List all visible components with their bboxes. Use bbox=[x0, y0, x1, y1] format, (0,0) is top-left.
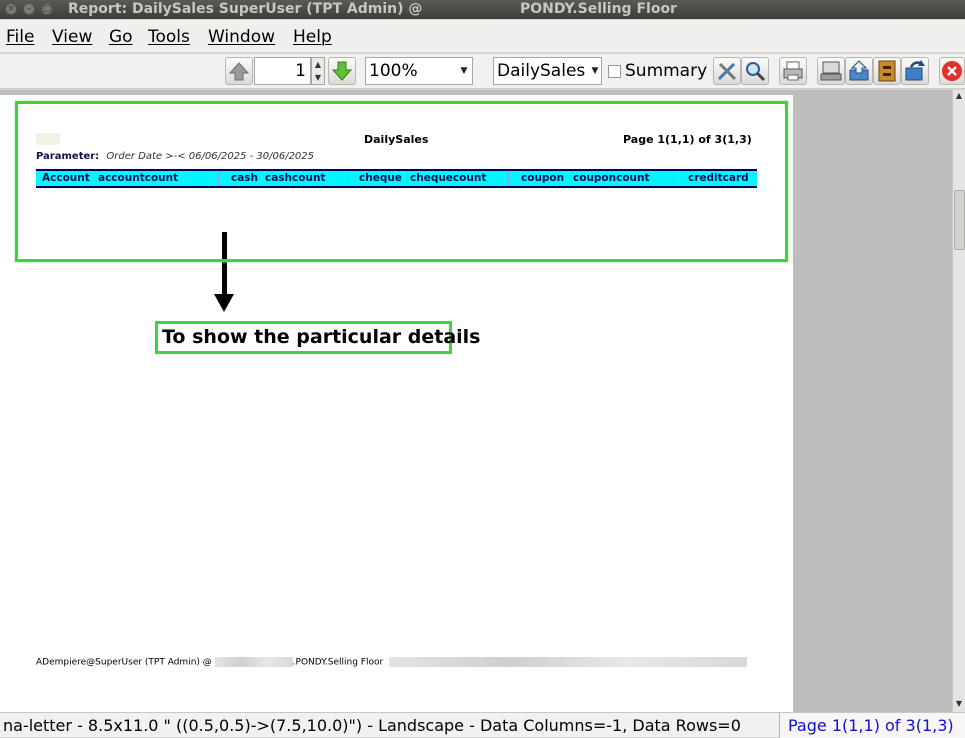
page-spinner[interactable]: ▲ ▼ bbox=[311, 57, 325, 85]
status-page-format: na-letter - 8.5x11.0 " ((0.5,0.5)->(7.5,… bbox=[3, 716, 741, 735]
menu-help[interactable]: Help bbox=[293, 27, 332, 47]
toolbar: 1 ▲ ▼ 100% ▼ DailySales ▼ Summary bbox=[0, 54, 965, 89]
window-title: Report: DailySales SuperUser (TPT Admin)… bbox=[68, 1, 423, 17]
scroll-up-icon[interactable]: ▲ bbox=[953, 90, 965, 102]
previous-page-button[interactable] bbox=[225, 57, 253, 85]
menu-file[interactable]: File bbox=[6, 27, 34, 47]
footer-user: ADempiere@SuperUser (TPT Admin) @ bbox=[36, 657, 212, 668]
maximize-window-icon[interactable]: □ bbox=[41, 3, 53, 15]
cabinet-icon bbox=[878, 60, 896, 82]
archive-button[interactable] bbox=[845, 57, 873, 85]
arrow-down-icon bbox=[331, 61, 353, 81]
menu-bar: File View Go Tools Window Help bbox=[0, 20, 965, 53]
footer-org: .PONDY.Selling Floor bbox=[292, 657, 384, 668]
title-bar: × – □ Report: DailySales SuperUser (TPT … bbox=[0, 0, 965, 19]
close-icon bbox=[942, 61, 962, 81]
customize-report-button[interactable] bbox=[713, 57, 741, 85]
redacted-text bbox=[389, 657, 748, 667]
menu-tools[interactable]: Tools bbox=[148, 27, 190, 47]
status-page-info: Page 1(1,1) of 3(1,3) bbox=[779, 713, 965, 738]
computer-icon bbox=[820, 61, 842, 81]
find-button[interactable] bbox=[741, 57, 769, 85]
scrollbar-thumb[interactable] bbox=[954, 190, 965, 250]
refresh-icon bbox=[905, 60, 925, 81]
print-button[interactable] bbox=[779, 57, 807, 85]
next-page-button[interactable] bbox=[328, 57, 356, 85]
close-window-icon[interactable]: × bbox=[5, 3, 17, 15]
status-bar: na-letter - 8.5x11.0 " ((0.5,0.5)->(7.5,… bbox=[0, 712, 965, 738]
annotation-note: To show the particular details bbox=[155, 321, 481, 354]
printer-icon bbox=[783, 61, 803, 81]
menu-view[interactable]: View bbox=[52, 27, 92, 47]
export-icon bbox=[849, 60, 869, 81]
report-footer: ADempiere@SuperUser (TPT Admin) @ .PONDY… bbox=[36, 657, 748, 668]
chevron-down-icon[interactable]: ▼ bbox=[588, 57, 602, 85]
minimize-window-icon[interactable]: – bbox=[23, 3, 35, 15]
menu-window[interactable]: Window bbox=[208, 27, 275, 47]
chevron-down-icon[interactable]: ▼ bbox=[457, 57, 471, 85]
highlight-box bbox=[15, 101, 788, 262]
magnifier-icon bbox=[746, 62, 766, 82]
menu-go[interactable]: Go bbox=[109, 27, 133, 47]
report-viewer[interactable]: DailySales Page 1(1,1) of 3(1,3) Paramet… bbox=[0, 90, 952, 712]
window-title-org: PONDY.Selling Floor bbox=[520, 1, 677, 17]
tools-icon bbox=[717, 62, 737, 81]
report-select[interactable]: DailySales bbox=[493, 57, 602, 85]
export-button[interactable] bbox=[873, 57, 901, 85]
send-mail-button[interactable] bbox=[817, 57, 845, 85]
annotation-arrow-head bbox=[214, 294, 234, 312]
vertical-scrollbar[interactable]: ▲ ▼ bbox=[952, 90, 965, 712]
page-number-field[interactable]: 1 bbox=[254, 57, 311, 85]
close-report-button[interactable] bbox=[939, 57, 965, 85]
summary-checkbox[interactable] bbox=[608, 65, 621, 78]
refresh-button[interactable] bbox=[901, 57, 929, 85]
redacted-text bbox=[214, 657, 293, 667]
arrow-up-icon bbox=[228, 62, 250, 81]
scroll-down-icon[interactable]: ▼ bbox=[953, 698, 965, 710]
summary-label: Summary bbox=[625, 61, 708, 81]
